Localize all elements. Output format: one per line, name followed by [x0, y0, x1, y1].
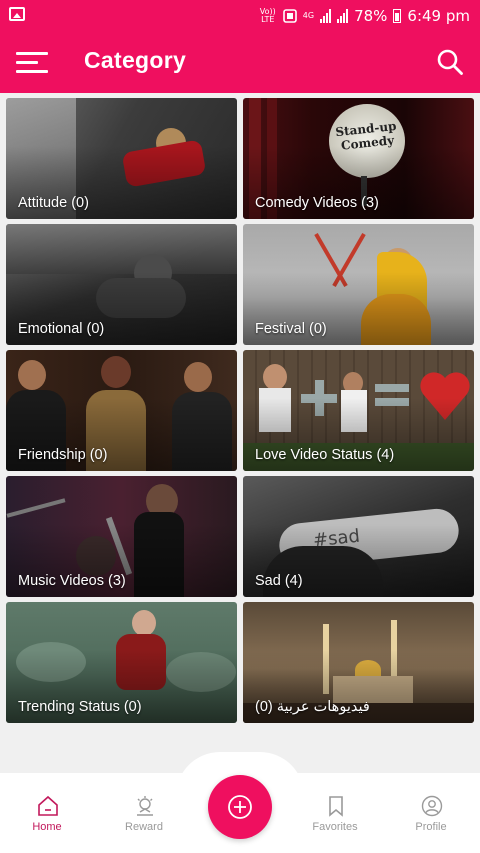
category-tile-trending-status[interactable]: Trending Status (0) [6, 602, 237, 723]
category-tile-comedy-videos[interactable]: Stand-up Comedy Comedy Videos (3) [243, 98, 474, 219]
category-label: Attitude (0) [18, 195, 89, 211]
signal-icon [320, 9, 332, 23]
category-tile-sad[interactable]: #sad Sad (4) [243, 476, 474, 597]
search-icon[interactable] [436, 48, 464, 76]
nav-profile[interactable]: Profile [386, 773, 476, 853]
category-label: Love Video Status (4) [255, 447, 395, 463]
category-tile-love-video-status[interactable]: Love Video Status (4) [243, 350, 474, 471]
profile-icon [421, 795, 443, 817]
signal-icon-2 [337, 9, 349, 23]
category-tile-festival[interactable]: Festival (0) [243, 224, 474, 345]
nav-reward-label: Reward [125, 821, 163, 833]
category-label: Music Videos (3) [18, 573, 126, 589]
volte-indicator: Vo)) LTE [259, 7, 276, 24]
nav-reward[interactable]: Reward [99, 773, 189, 853]
home-icon [38, 795, 58, 816]
category-label: Sad (4) [255, 573, 303, 589]
category-label: Comedy Videos (3) [255, 195, 379, 211]
status-bar: Vo)) LTE 4G 78% 6:49 pm [0, 0, 480, 34]
category-label: (0) فيديوهات عربية [255, 699, 370, 715]
category-tile-music-videos[interactable]: Music Videos (3) [6, 476, 237, 597]
clock: 6:49 pm [407, 7, 470, 25]
reward-icon [137, 796, 153, 816]
category-tile-emotional[interactable]: Emotional (0) [6, 224, 237, 345]
category-tile-attitude[interactable]: Attitude (0) [6, 98, 237, 219]
add-button[interactable] [208, 775, 272, 839]
category-label: Festival (0) [255, 321, 327, 337]
page-title: Category [84, 47, 187, 73]
network-type: 4G [302, 11, 315, 20]
category-label: Emotional (0) [18, 321, 105, 337]
category-tile-friendship[interactable]: Friendship (0) [6, 350, 237, 471]
nav-home[interactable]: Home [2, 773, 92, 853]
gallery-notification-icon [9, 7, 25, 21]
category-tile-arabic-videos[interactable]: (0) فيديوهات عربية [243, 602, 474, 723]
nav-profile-label: Profile [415, 821, 447, 833]
app-bar: Category [0, 34, 480, 93]
plus-circle-icon [228, 795, 252, 819]
category-label: Friendship (0) [18, 447, 108, 463]
menu-icon[interactable] [16, 50, 48, 74]
battery-icon [393, 9, 402, 23]
category-label: Trending Status (0) [18, 699, 142, 715]
cast-icon [282, 9, 297, 23]
bookmark-icon [329, 796, 343, 817]
nav-home-label: Home [32, 821, 62, 833]
battery-percent: 78% [354, 7, 388, 25]
nav-favorites[interactable]: Favorites [290, 773, 380, 853]
nav-favorites-label: Favorites [312, 821, 358, 833]
